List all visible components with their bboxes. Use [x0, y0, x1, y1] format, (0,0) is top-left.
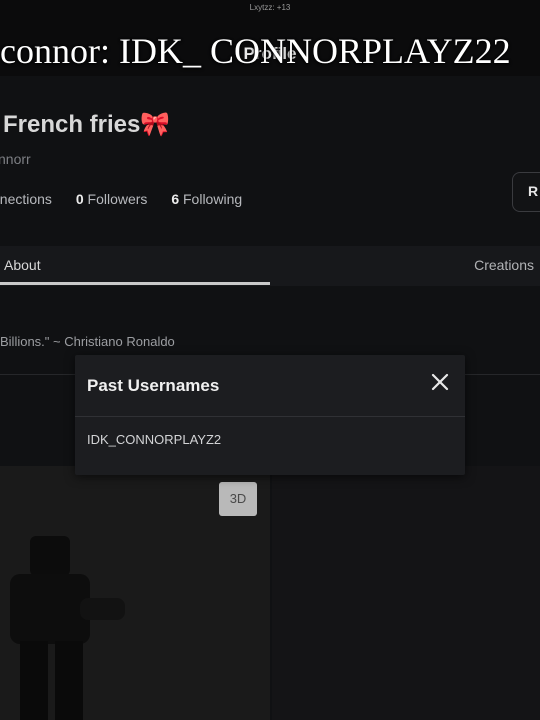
profile-action-button[interactable]: R — [512, 172, 540, 212]
display-name: French fries🎀 — [3, 110, 170, 139]
status-text: Lxytzz: +13 — [249, 3, 291, 12]
followers-link[interactable]: 0 Followers — [76, 191, 148, 207]
active-tab-indicator — [0, 282, 270, 285]
avatar-side-panel — [272, 466, 540, 720]
past-usernames-modal: Past Usernames IDK_CONNORPLAYZ2 — [75, 355, 465, 475]
past-username-item: IDK_CONNORPLAYZ2 — [87, 432, 222, 447]
profile-action-label: R — [528, 183, 539, 199]
avatar-figure — [10, 536, 125, 720]
following-count: 6 — [171, 191, 180, 207]
video-caption-overlay: connor: IDK_ CONNORPLAYZ22 — [0, 31, 511, 71]
modal-header: Past Usernames — [75, 355, 465, 417]
profile-tabs: About Creations — [0, 246, 540, 286]
connections-link[interactable]: nnections — [0, 191, 52, 207]
following-label: Following — [183, 191, 243, 207]
username: nnorr — [0, 151, 31, 167]
display-name-text: French fries — [3, 111, 141, 138]
followers-count: 0 — [75, 191, 84, 207]
modal-title: Past Usernames — [87, 376, 220, 395]
followers-label: Followers — [87, 191, 148, 207]
bio-text: Billions." ~ Christiano Ronaldo — [0, 334, 175, 349]
following-link[interactable]: 6 Following — [171, 191, 242, 207]
tab-creations[interactable]: Creations — [474, 257, 534, 273]
view-3d-button[interactable]: 3D — [219, 482, 257, 516]
tab-about[interactable]: About — [4, 257, 41, 273]
bow-emoji: 🎀 — [140, 111, 171, 138]
close-icon[interactable] — [429, 371, 451, 393]
profile-stats: nnections 0 Followers 6 Following — [0, 191, 262, 207]
